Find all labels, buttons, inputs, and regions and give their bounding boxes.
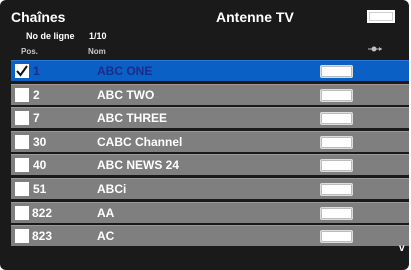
channel-checkbox[interactable] [15,181,29,196]
channel-row[interactable]: 823 AC [11,225,409,247]
line-number-label: No de ligne [26,31,75,41]
check-icon [16,65,28,77]
source-indicator-box [367,10,395,23]
line-number-value: 1/10 [89,31,107,41]
page-title: Chaînes [11,9,66,25]
channel-checkbox[interactable] [15,87,29,102]
source-label: Antenne TV [216,9,294,25]
channel-row[interactable]: 2 ABC TWO [11,83,409,105]
channel-status-indicator [320,182,353,196]
channel-status-indicator [320,65,353,78]
channel-name: ABC ONE [97,64,153,78]
channel-row[interactable]: 7 ABC THREE [11,107,409,129]
sort-eye-icon[interactable] [367,44,383,54]
channel-row[interactable]: 30 CABC Channel [11,130,409,152]
channel-checkbox[interactable] [15,158,29,173]
channel-status-indicator [320,159,353,173]
channel-status-indicator [320,112,353,126]
channel-name: AA [97,205,115,220]
channel-row[interactable]: 1 ABC ONE [11,60,409,81]
channel-position: 823 [32,229,53,244]
channel-checkbox[interactable] [15,134,29,149]
channel-checkbox[interactable] [15,111,29,126]
channel-list: 1 ABC ONE 2 ABC TWO 7 ABC THREE 30 CABC … [11,60,409,249]
channel-status-indicator [320,206,353,220]
channel-position: 51 [33,181,47,196]
channel-position: 2 [33,87,40,102]
column-header-nom: Nom [88,47,106,56]
channel-name: CABC Channel [97,134,183,149]
channel-position: 40 [33,158,47,173]
channel-name: ABC THREE [97,111,168,126]
scroll-down-icon[interactable]: v [399,243,405,254]
channel-list-screen: Chaînes Antenne TV No de ligne 1/10 Pos.… [0,0,409,270]
line-number: No de ligne 1/10 [26,31,107,41]
channel-row[interactable]: 51 ABCi [11,177,409,199]
channel-name: ABCi [97,181,127,196]
channel-row[interactable]: 40 ABC NEWS 24 [11,154,409,176]
channel-name: ABC TWO [97,87,155,102]
channel-position: 30 [33,134,47,149]
channel-status-indicator [320,230,353,244]
channel-position: 7 [33,111,40,126]
channel-checkbox[interactable] [15,64,29,78]
channel-status-indicator [320,88,353,102]
channel-checkbox[interactable] [15,229,29,244]
channel-checkbox[interactable] [15,205,29,220]
channel-row[interactable]: 822 AA [11,201,409,223]
channel-status-indicator [320,135,353,149]
channel-name: ABC NEWS 24 [97,158,180,173]
column-header-pos: Pos. [21,47,38,56]
channel-name: AC [97,229,115,244]
channel-position: 822 [32,205,53,220]
channel-position: 1 [33,64,40,78]
